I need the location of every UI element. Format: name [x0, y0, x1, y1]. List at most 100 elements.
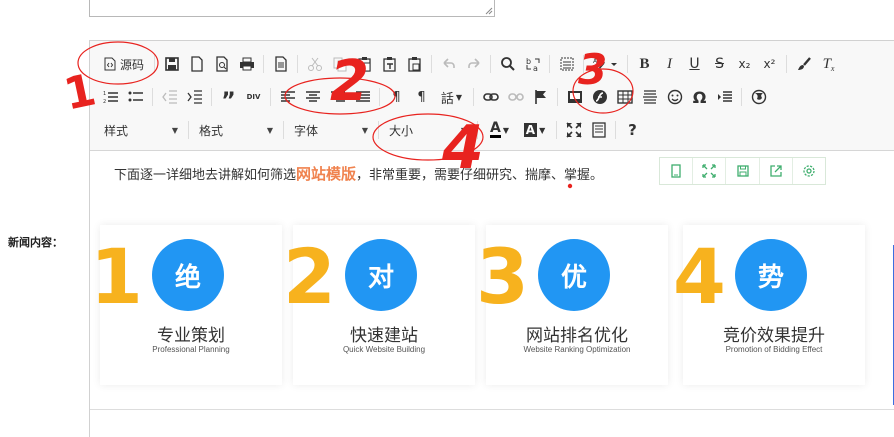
flash-button[interactable] [589, 86, 611, 108]
paste-word-button[interactable] [404, 53, 426, 75]
background-color-button[interactable]: A ▼ [519, 119, 551, 141]
font-dropdown[interactable]: 字体 ▼ [288, 119, 374, 141]
maximize-icon [565, 122, 582, 138]
size-dropdown[interactable]: 大小 ▼ [383, 119, 473, 141]
style-dropdown[interactable]: 样式 ▼ [98, 119, 184, 141]
feature-title: 网站排名优化 [526, 326, 628, 346]
link-button[interactable] [480, 86, 502, 108]
fullscreen-icon [702, 164, 716, 178]
source-button[interactable]: 源码 [98, 53, 150, 75]
features-banner: 1 绝 专业策划 Professional Planning 2 对 快速建站 … [90, 225, 890, 385]
block-mobile-button[interactable] [660, 158, 694, 184]
templates-button[interactable] [270, 53, 292, 75]
maximize-button[interactable] [563, 119, 585, 141]
show-blocks-button[interactable] [588, 119, 610, 141]
svg-text:2: 2 [103, 99, 106, 105]
print-button[interactable] [236, 53, 258, 75]
copy-button[interactable] [329, 53, 351, 75]
chevron-down-icon: ▼ [455, 92, 463, 102]
format-dropdown[interactable]: 格式 ▼ [193, 119, 279, 141]
italic-button[interactable]: I [659, 53, 681, 75]
separator [473, 88, 474, 106]
block-settings-button[interactable] [793, 158, 825, 184]
undo-icon [442, 58, 455, 68]
anchor-button[interactable] [530, 86, 552, 108]
spellcheck-icon: ABC [593, 58, 617, 72]
align-left-button[interactable] [277, 86, 299, 108]
remove-format-button[interactable]: Tx [818, 53, 840, 75]
rich-text-editor[interactable]: 源码 ba ABC B I U S x₂ x² T x 1 2 ” DIV ¶ … [89, 40, 894, 437]
unlink-button[interactable] [505, 86, 527, 108]
previous-textarea[interactable] [89, 0, 495, 17]
strikethrough-button[interactable]: S [709, 53, 731, 75]
superscript-button[interactable]: x² [759, 53, 781, 75]
page-break-icon [717, 91, 732, 102]
subscript-button[interactable]: x₂ [734, 53, 756, 75]
page-break-button[interactable] [714, 86, 736, 108]
remove-format-glyph: T [822, 55, 831, 72]
special-char-button[interactable]: Ω [689, 86, 711, 108]
intro-text-after: ，非常重要，需要仔细研究、揣摩、掌握。 [356, 168, 604, 183]
paste-word-icon [407, 57, 421, 72]
replace-button[interactable]: ba [522, 53, 544, 75]
create-div-button[interactable]: DIV [243, 86, 265, 108]
smiley-button[interactable] [664, 86, 686, 108]
text-color-button[interactable]: A ▼ [484, 119, 516, 141]
align-right-button[interactable] [327, 86, 349, 108]
feature-title: 竞价效果提升 [723, 326, 825, 346]
image-button[interactable] [564, 86, 586, 108]
bold-button[interactable]: B [634, 53, 656, 75]
intro-paragraph: 下面逐一详细地去讲解如何筛选网站模版，非常重要，需要仔细研究、揣摩、掌握。 [114, 163, 603, 184]
redo-button[interactable] [463, 53, 485, 75]
feature-number: 3 [476, 232, 529, 321]
undo-button[interactable] [438, 53, 460, 75]
bulleted-list-button[interactable] [125, 86, 147, 108]
block-fullscreen-button[interactable] [693, 158, 727, 184]
find-button[interactable] [497, 53, 519, 75]
numbered-list-button[interactable]: 12 [100, 86, 122, 108]
feature-subtitle: Quick Website Building [342, 345, 426, 354]
feature-title: 快速建站 [350, 326, 418, 346]
editor-content[interactable]: 下面逐一详细地去讲解如何筛选网站模版，非常重要，需要仔细研究、揣摩、掌握。 1 … [90, 151, 894, 437]
separator [556, 121, 557, 139]
separator [786, 55, 788, 73]
toolbar-row-1: 源码 ba ABC B I U S x₂ x² T x [98, 51, 841, 77]
align-center-icon [305, 91, 320, 102]
underline-button[interactable]: U [684, 53, 706, 75]
copy-format-button[interactable] [793, 53, 815, 75]
background-color-glyph: A [523, 123, 538, 137]
search-icon [500, 57, 515, 71]
text-direction-rtl-button[interactable]: ¶ [411, 86, 433, 108]
select-all-button[interactable] [556, 53, 578, 75]
iframe-button[interactable] [748, 86, 770, 108]
text-direction-ltr-button[interactable]: ¶ [386, 86, 408, 108]
show-blocks-icon [591, 122, 606, 138]
preview-button[interactable] [211, 53, 233, 75]
horizontal-rule-icon [642, 90, 657, 104]
feature-subtitle: Professional Planning [152, 345, 230, 354]
block-save-button[interactable] [726, 158, 760, 184]
blockquote-button[interactable]: ” [218, 86, 240, 114]
about-button[interactable]: ? [622, 119, 644, 141]
save-button[interactable] [161, 53, 183, 75]
table-button[interactable] [614, 86, 636, 108]
outdent-button[interactable] [159, 86, 181, 108]
save-icon [164, 57, 179, 71]
source-icon [104, 57, 116, 71]
justify-button[interactable] [352, 86, 374, 108]
horizontal-rule-button[interactable] [639, 86, 661, 108]
paste-text-button[interactable] [379, 53, 401, 75]
align-center-button[interactable] [302, 86, 324, 108]
numbered-list-icon: 12 [103, 91, 118, 105]
spellcheck-button[interactable]: ABC [590, 53, 622, 75]
indent-button[interactable] [184, 86, 206, 108]
paste-button[interactable] [354, 53, 376, 75]
separator [557, 88, 558, 106]
cut-button[interactable] [304, 53, 326, 75]
resize-grip-icon[interactable] [485, 7, 493, 15]
new-page-button[interactable] [186, 53, 208, 75]
language-button[interactable]: 話 ▼ [436, 86, 468, 108]
intro-text-before: 下面逐一详细地去讲解如何筛选 [114, 168, 297, 183]
chevron-down-icon: ▼ [460, 125, 467, 135]
block-share-button[interactable] [760, 158, 793, 184]
